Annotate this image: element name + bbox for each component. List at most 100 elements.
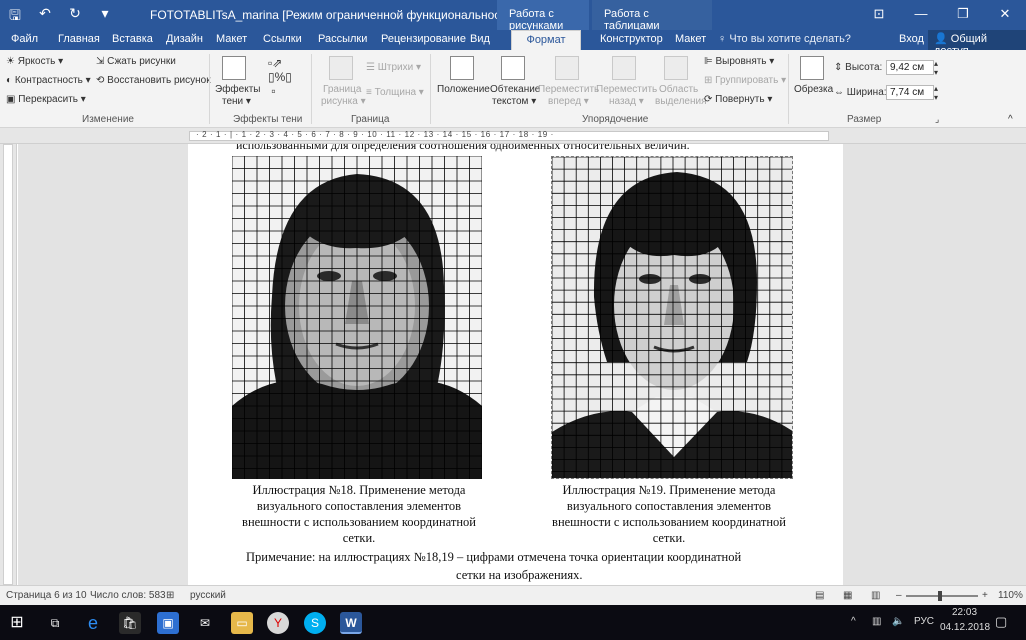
bring-forward-label[interactable]: Переместить <box>538 84 599 95</box>
zoom-slider[interactable] <box>906 595 978 597</box>
tray-show-hidden-icon[interactable]: ^ <box>851 616 856 627</box>
share-button[interactable]: 👤 Общий доступ <box>928 30 1026 57</box>
tab-home[interactable]: Главная <box>58 30 100 50</box>
tab-mailings[interactable]: Рассылки <box>318 30 367 50</box>
crop-icon[interactable] <box>800 56 824 80</box>
picture-border-icon[interactable] <box>329 56 353 80</box>
windows-start-icon[interactable]: ⊞ <box>6 612 28 634</box>
position-button[interactable]: Положение <box>437 84 490 95</box>
vertical-ruler[interactable] <box>0 144 17 585</box>
recolor-button[interactable]: ▣ Перекрасить ▾ <box>6 94 86 105</box>
tab-table-layout[interactable]: Макет <box>675 30 706 50</box>
tab-insert[interactable]: Вставка <box>112 30 153 50</box>
document-area[interactable]: использованными для определения соотноше… <box>18 144 1026 585</box>
shadow-effects-dropdown[interactable]: тени ▾ <box>222 96 251 107</box>
send-backward-icon[interactable] <box>612 56 636 80</box>
dashes-button[interactable]: ☰ Штрихи ▾ <box>366 62 421 73</box>
zoom-out-button[interactable]: – <box>896 590 902 601</box>
selection-pane-label[interactable]: Область <box>659 84 698 95</box>
yandex-browser-icon[interactable]: Y <box>267 612 289 634</box>
page-count[interactable]: Страница 6 из 10 <box>6 590 87 601</box>
app-icon[interactable]: ▣ <box>157 612 179 634</box>
wrap-text-dropdown[interactable]: текстом ▾ <box>492 96 536 107</box>
language-indicator[interactable]: русский <box>190 590 226 601</box>
mail-icon[interactable]: ✉ <box>194 612 216 634</box>
selection-pane-label-2[interactable]: выделения <box>655 96 706 107</box>
sign-in-link[interactable]: Вход <box>899 33 924 45</box>
tab-design[interactable]: Дизайн <box>166 30 203 50</box>
file-explorer-icon[interactable]: ▭ <box>231 612 253 634</box>
zoom-slider-thumb[interactable] <box>937 591 942 601</box>
language-indicator-tray[interactable]: РУС <box>914 616 934 627</box>
bring-forward-dropdown[interactable]: вперед ▾ <box>548 96 589 107</box>
send-backward-label[interactable]: Переместить <box>596 84 657 95</box>
read-mode-icon[interactable]: ▤ <box>815 590 824 601</box>
network-icon[interactable]: ▥ <box>872 616 881 627</box>
undo-icon[interactable]: ↶ <box>36 5 54 29</box>
tab-file[interactable]: Файл <box>11 30 38 50</box>
group-objects-button[interactable]: ⊞ Группировать ▾ <box>704 75 786 86</box>
position-icon[interactable] <box>450 56 474 80</box>
picture-border-dropdown[interactable]: рисунка ▾ <box>321 96 366 107</box>
selection-pane-icon[interactable] <box>664 56 688 80</box>
tell-me-search[interactable]: ♀ Что вы хотите сделать? <box>718 33 851 45</box>
word-count[interactable]: Число слов: 583 <box>90 590 166 601</box>
portrait-photo-19[interactable] <box>551 156 793 479</box>
tab-review[interactable]: Рецензирование <box>381 30 466 50</box>
zoom-in-button[interactable]: + <box>982 590 988 601</box>
volume-icon[interactable]: 🔈 <box>892 616 904 627</box>
height-input[interactable]: 9,42 см <box>886 60 934 75</box>
tab-format[interactable]: Формат <box>511 30 581 50</box>
clock-date[interactable]: 04.12.2018 <box>940 622 990 633</box>
horizontal-ruler[interactable]: · 2 · 1 · | · 1 · 2 · 3 · 4 · 5 · 6 · 7 … <box>0 128 1026 144</box>
store-icon[interactable]: 🛍 <box>119 612 141 634</box>
print-layout-icon[interactable]: ▦ <box>843 590 852 601</box>
task-view-icon[interactable]: ⧉ <box>44 612 66 634</box>
tab-table-design[interactable]: Конструктор <box>600 30 663 50</box>
document-page[interactable]: использованными для определения соотноше… <box>188 144 843 585</box>
ribbon-display-options-button[interactable]: ⊡ <box>858 0 900 30</box>
contrast-button[interactable]: ◐ Контрастность ▾ <box>6 75 91 86</box>
brightness-button[interactable]: ☀ Яркость ▾ <box>6 56 63 67</box>
close-button[interactable]: ✕ <box>984 0 1026 30</box>
notifications-icon[interactable]: ▢ <box>995 614 1007 630</box>
rotate-button[interactable]: ⟳ Повернуть ▾ <box>704 94 772 105</box>
note-line-1: Примечание: на иллюстрациях №18,19 – циф… <box>246 550 742 564</box>
group-separator <box>788 54 789 124</box>
reset-picture-button[interactable]: ⟲ Восстановить рисунок <box>96 75 211 86</box>
compress-pictures-button[interactable]: ⇲ Сжать рисунки <box>96 56 176 67</box>
picture-border-label[interactable]: Граница <box>323 84 361 95</box>
width-spinner-icon[interactable]: ▴ ▾ <box>934 84 938 102</box>
wrap-text-label[interactable]: Обтекание <box>490 84 540 95</box>
customize-qat-icon[interactable]: ▾ <box>96 5 114 29</box>
skype-icon[interactable]: S <box>304 612 326 634</box>
size-dialog-launcher-icon[interactable]: ⌟ <box>935 114 939 125</box>
redo-icon[interactable]: ↻ <box>66 5 84 29</box>
tab-references[interactable]: Ссылки <box>263 30 302 50</box>
save-icon[interactable]: 🖫 <box>6 5 24 29</box>
crop-button[interactable]: Обрезка <box>794 84 833 95</box>
wrap-text-icon[interactable] <box>501 56 525 80</box>
group-label-size: Размер <box>847 114 882 125</box>
edge-browser-icon[interactable]: e <box>82 612 104 634</box>
shadow-effects-icon[interactable] <box>222 56 246 80</box>
web-layout-icon[interactable]: ▥ <box>871 590 880 601</box>
weight-button[interactable]: ≡ Толщина ▾ <box>366 87 424 98</box>
height-spinner-icon[interactable]: ▴ ▾ <box>934 59 938 77</box>
width-input[interactable]: 7,74 см <box>886 85 934 100</box>
shadow-effects-label[interactable]: Эффекты <box>215 84 260 95</box>
tab-layout[interactable]: Макет <box>216 30 247 50</box>
word-app-icon[interactable]: W <box>340 612 362 634</box>
portrait-photo-18[interactable] <box>232 156 482 479</box>
shadow-nudge-icons[interactable]: ▫⇗ ▯%▯ ▫ <box>268 56 292 98</box>
proofing-icon[interactable]: ⊞ <box>166 590 174 601</box>
bring-forward-icon[interactable] <box>555 56 579 80</box>
zoom-level[interactable]: 110% <box>998 590 1023 601</box>
align-button[interactable]: ⊫ Выровнять ▾ <box>704 56 774 67</box>
collapse-ribbon-icon[interactable]: ^ <box>1008 114 1013 125</box>
minimize-button[interactable]: — <box>900 0 942 30</box>
maximize-button[interactable]: ❐ <box>942 0 984 30</box>
send-backward-dropdown[interactable]: назад ▾ <box>609 96 644 107</box>
clock-time[interactable]: 22:03 <box>952 607 977 618</box>
tab-view[interactable]: Вид <box>470 30 490 50</box>
